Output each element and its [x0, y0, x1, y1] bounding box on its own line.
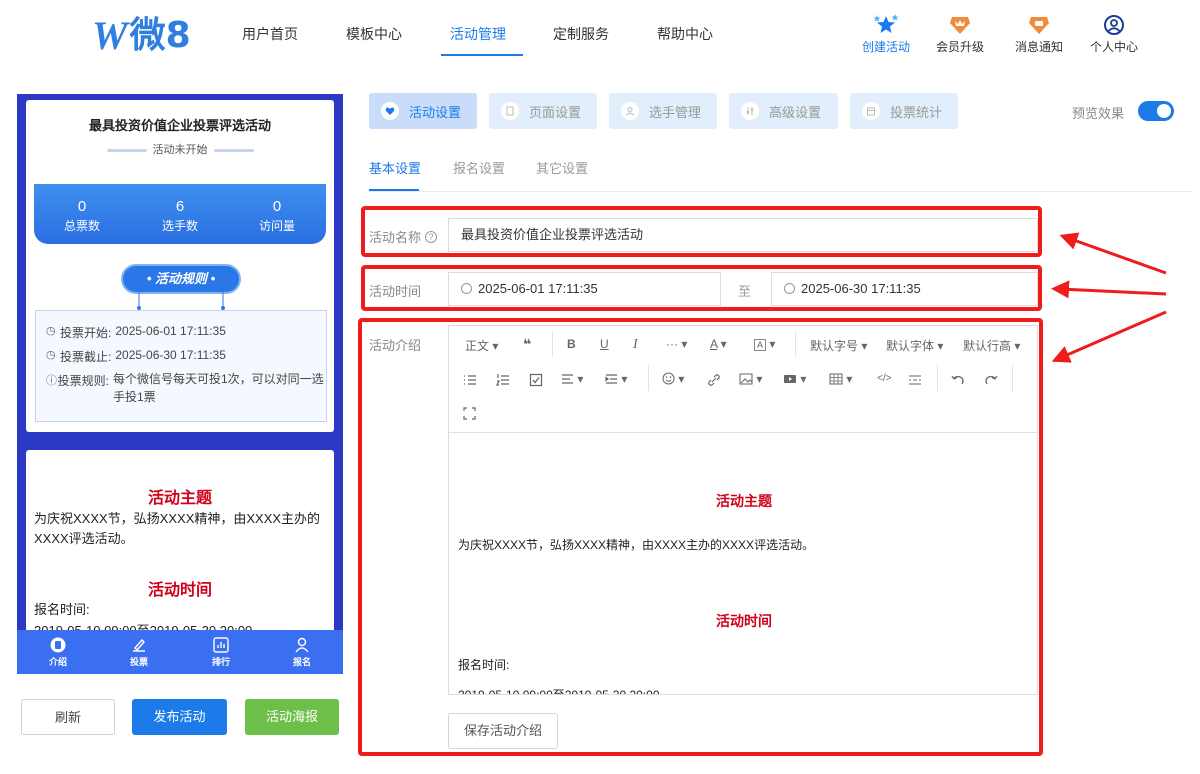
bell-badge-icon	[1029, 17, 1049, 34]
rule-vote-rule: ⓘ 投票规则: 每个微信号每天可投1次，可以对同一选手投1票	[46, 372, 324, 404]
rule-vote-end: ◷ 投票截止: 2025-06-30 17:11:35	[46, 348, 226, 364]
vote-icon	[133, 638, 145, 652]
brand-logo[interactable]: W 微8	[92, 14, 191, 58]
subtab-other-settings[interactable]: 其它设置	[536, 158, 588, 177]
create-activity-button[interactable]: 创建活动	[856, 14, 916, 55]
annotation-box-time	[361, 265, 1042, 311]
rules-connector	[137, 292, 225, 310]
tab-page-settings[interactable]: 页面设置	[489, 93, 597, 129]
member-upgrade-label: 会员升级	[935, 40, 984, 54]
mobile-preview: 最具投资价值企业投票评选活动 活动未开始 0 总票数 6 选手数 0 访问量 •…	[17, 94, 343, 674]
person-icon	[295, 637, 309, 653]
crown-badge-icon	[950, 17, 970, 34]
personal-center-button[interactable]: 个人中心	[1084, 14, 1144, 55]
refresh-button[interactable]: 刷新	[21, 699, 115, 735]
annotation-arrows	[1051, 232, 1167, 363]
member-upgrade-button[interactable]: 会员升级	[930, 14, 990, 55]
user-icon	[621, 102, 639, 120]
page-icon	[501, 102, 519, 120]
preview-intro-signup-label: 报名时间:	[34, 602, 90, 617]
rule-vote-start: ◷ 投票开始: 2025-06-01 17:11:35	[46, 324, 226, 340]
clock-icon: ◷	[46, 349, 56, 361]
nav-custom-service[interactable]: 定制服务	[553, 24, 609, 44]
nav-activity-management[interactable]: 活动管理	[450, 24, 506, 44]
rules-box: ◷ 投票开始: 2025-06-01 17:11:35 ◷ 投票截止: 2025…	[35, 310, 327, 422]
phone-bottom-nav: 介绍 投票 排行 报名	[17, 630, 343, 674]
arrow-to-time	[1051, 280, 1167, 299]
stats-bar: 0 总票数 6 选手数 0 访问量	[34, 184, 326, 244]
stars-icon	[873, 14, 899, 33]
heart-icon	[381, 102, 399, 120]
sliders-icon	[741, 102, 759, 120]
publish-activity-button[interactable]: 发布活动	[132, 699, 227, 735]
annotation-box-intro	[358, 318, 1043, 756]
preview-status: 活动未开始	[26, 141, 334, 157]
tab-vote-statistics[interactable]: 投票统计	[850, 93, 958, 129]
personal-center-label: 个人中心	[1089, 40, 1138, 54]
ranking-icon	[213, 637, 229, 653]
preview-intro-heading-theme: 活动主题	[147, 490, 212, 507]
preview-effect-toggle[interactable]	[1138, 101, 1174, 121]
top-navbar: W 微8 用户首页 模板中心 活动管理 定制服务 帮助中心 创建活动 会员升级 …	[0, 0, 1200, 76]
message-notice-label: 消息通知	[1014, 40, 1063, 54]
phone-tab-ranking[interactable]: 排行	[196, 636, 246, 668]
phone-tab-vote[interactable]: 投票	[114, 636, 164, 668]
stat-visits: 0 访问量	[258, 198, 295, 233]
activity-rules-button[interactable]: • 活动规则 •	[123, 266, 239, 292]
info-icon: ⓘ	[46, 375, 57, 387]
preview-title: 最具投资价值企业投票评选活动	[88, 118, 271, 133]
subtab-basic-settings[interactable]: 基本设置	[369, 158, 421, 177]
arrow-to-intro	[1051, 310, 1167, 363]
activity-poster-button[interactable]: 活动海报	[245, 699, 339, 735]
preview-effect-label: 预览效果	[1072, 106, 1125, 121]
nav-active-underline	[441, 54, 523, 56]
tab-advanced-settings[interactable]: 高级设置	[729, 93, 838, 129]
intro-icon	[50, 637, 66, 653]
arrow-to-name	[1059, 232, 1167, 275]
phone-tab-intro[interactable]: 介绍	[33, 636, 83, 668]
create-activity-label: 创建活动	[861, 40, 910, 54]
calendar-icon	[862, 102, 880, 120]
logo-w-mark: W	[92, 13, 128, 58]
tab-contestant-management[interactable]: 选手管理	[609, 93, 717, 129]
tab-activity-settings[interactable]: 活动设置	[369, 93, 477, 129]
nav-help-center[interactable]: 帮助中心	[657, 24, 713, 44]
phone-tab-signup[interactable]: 报名	[277, 636, 327, 668]
stat-contestants: 6 选手数	[161, 198, 198, 233]
logo-text: 微8	[129, 15, 191, 56]
nav-user-home[interactable]: 用户首页	[242, 24, 298, 44]
activity-header-card: 最具投资价值企业投票评选活动 活动未开始 0 总票数 6 选手数 0 访问量 •…	[26, 100, 334, 432]
user-circle-icon	[1104, 15, 1124, 35]
subtab-signup-settings[interactable]: 报名设置	[453, 158, 505, 177]
preview-intro-para: 为庆祝XXXX节，弘扬XXXX精神，由XXXX主办的XXXX评选活动。	[34, 511, 321, 546]
preview-intro-heading-time: 活动时间	[147, 582, 212, 599]
message-notice-button[interactable]: 消息通知	[1009, 14, 1069, 55]
annotation-box-name	[361, 206, 1042, 257]
clock-icon: ◷	[46, 325, 56, 337]
nav-template-center[interactable]: 模板中心	[346, 24, 402, 44]
stat-total-votes: 0 总票数	[63, 198, 100, 233]
subtab-divider	[369, 191, 1192, 192]
activity-intro-card: 活动主题 为庆祝XXXX节，弘扬XXXX精神，由XXXX主办的XXXX评选活动。…	[26, 450, 334, 640]
